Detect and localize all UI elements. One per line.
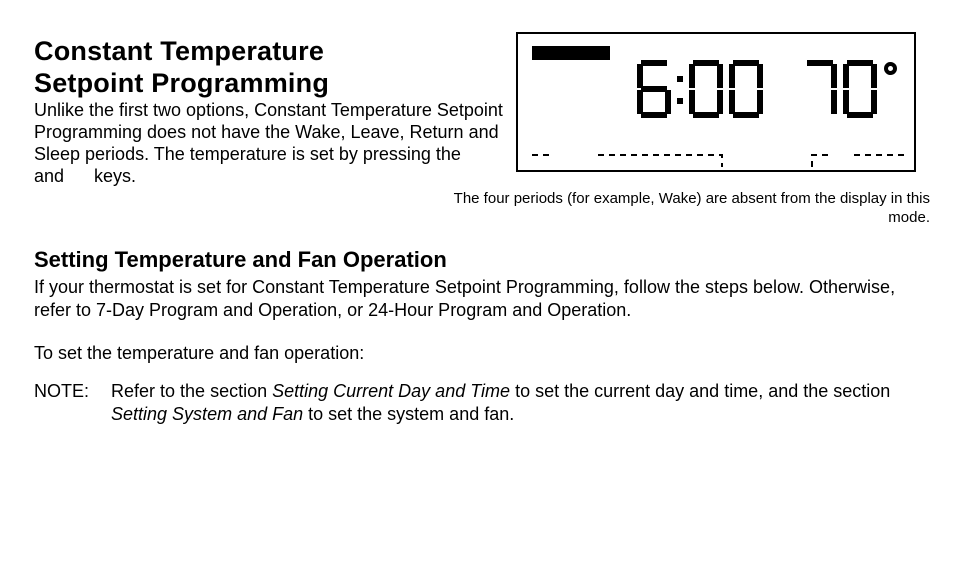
title-line2: Setpoint Programming [34,68,329,98]
degree-symbol-icon [884,62,897,75]
lcd-time [634,60,766,118]
lcd-indicator-bar [532,46,610,60]
note-label: NOTE: [34,380,106,403]
note-pre: Refer to the section [111,381,272,401]
note-post: to set the system and fan. [303,404,514,424]
lcd-caption: The four periods (for example, Wake) are… [430,190,930,228]
note-mid: to set the current day and time, and the… [510,381,890,401]
note-ref1: Setting Current Day and Time [272,381,510,401]
note-ref2: Setting System and Fan [111,404,303,424]
lcd-bottom-dashes [532,152,900,168]
lcd-temperature [800,60,880,118]
title-line1: Constant Temperature [34,36,324,66]
note-block: NOTE: Refer to the section Setting Curre… [34,380,914,427]
section2-p2: To set the temperature and fan operation… [34,342,914,365]
lcd-display [516,32,916,172]
section-heading: Setting Temperature and Fan Operation [34,246,447,274]
note-body: Refer to the section Setting Current Day… [111,380,901,427]
intro-paragraph: Unlike the first two options, Constant T… [34,100,504,188]
section2-p1: If your thermostat is set for Constant T… [34,276,914,321]
page-title: Constant Temperature Setpoint Programmin… [34,36,329,100]
